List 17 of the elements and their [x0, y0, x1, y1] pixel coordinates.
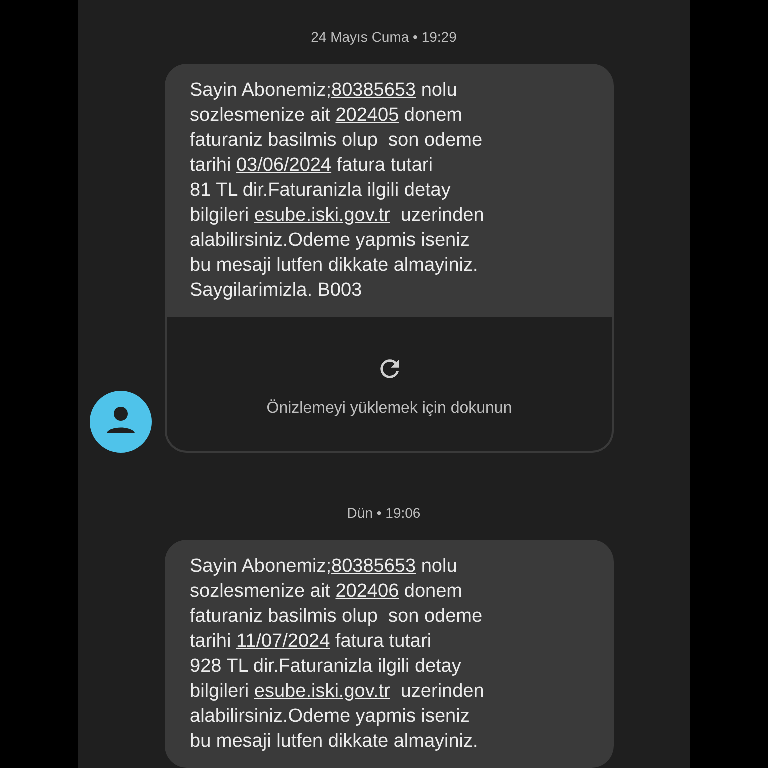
- timestamp: Dün • 19:06: [347, 504, 421, 523]
- message-link[interactable]: 03/06/2024: [236, 155, 332, 176]
- message-link[interactable]: esube.iski.gov.tr: [254, 681, 390, 702]
- link-preview[interactable]: Önizlemeyi yüklemek için dokunun: [165, 317, 614, 453]
- timestamp: 24 Mayıs Cuma • 19:29: [311, 28, 457, 47]
- message-link[interactable]: 80385653: [332, 80, 416, 101]
- message-link[interactable]: 202406: [336, 581, 400, 602]
- message-link[interactable]: 11/07/2024: [236, 631, 330, 652]
- preview-hint: Önizlemeyi yüklemek için dokunun: [266, 398, 512, 419]
- avatar-icon[interactable]: [90, 391, 152, 453]
- message-link[interactable]: 202405: [336, 105, 400, 126]
- message-bubble[interactable]: [165, 540, 614, 768]
- message-link[interactable]: esube.iski.gov.tr: [254, 205, 390, 226]
- message-bubble[interactable]: [165, 64, 614, 453]
- message-link[interactable]: 80385653: [332, 556, 416, 577]
- message-text: Sayin Abonemiz;80385653 nolu sozlesmenize ait 202405 donem faturaniz basilmis olup son odeme tarihi 03/06/2024 fatura tutari 81 TL dir.Faturanizla ilgili detay bilgileri esube.iski.gov.tr uzerinden alabilirsiniz.Odeme yapmis iseniz bu mesaji lutfen dikkate almayiniz. Saygilarimizla. B003: [189, 79, 486, 303]
- message-text: Sayin Abonemiz;80385653 nolu sozlesmenize ait 202406 donem faturaniz basilmis olup son odeme tarihi 11/07/2024 fatura tutari 928 TL dir.Faturanizla ilgili detay bilgileri esube.iski.gov.tr uzerinden alabilirsiniz.Odeme yapmis iseniz bu mesaji lutfen dikkate almayiniz.: [189, 555, 486, 754]
